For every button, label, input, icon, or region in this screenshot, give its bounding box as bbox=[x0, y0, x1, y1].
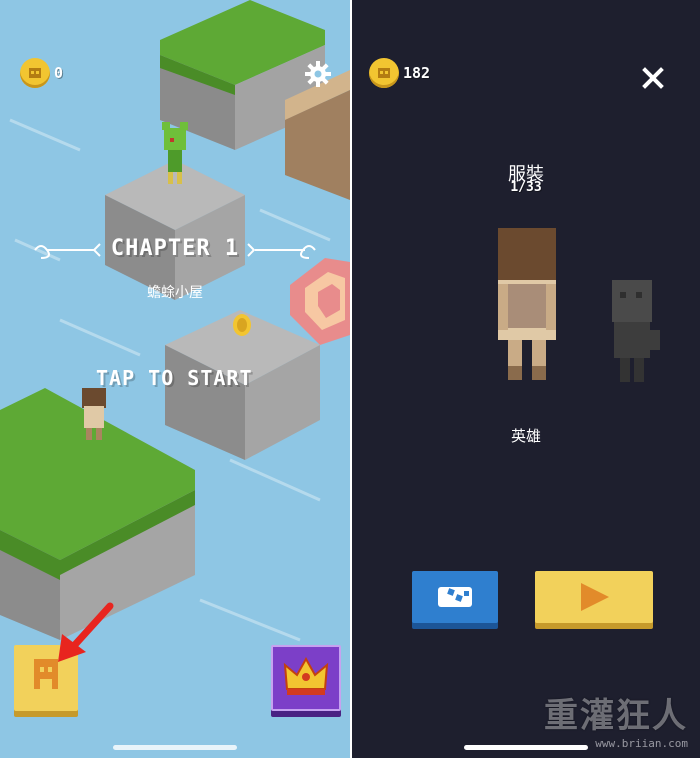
coin-count: 182 bbox=[403, 64, 431, 82]
locked-outfit-preview[interactable] bbox=[608, 278, 668, 388]
home-indicator[interactable] bbox=[113, 745, 237, 750]
tap-to-start-prompt[interactable]: TAP TO START bbox=[96, 366, 253, 390]
coin-icon bbox=[20, 58, 50, 88]
watermark-brand: 重灌狂人 bbox=[544, 696, 688, 736]
premium-crown-button[interactable] bbox=[271, 645, 341, 711]
stone-block-1 bbox=[105, 160, 245, 300]
outfit-counter: 1/33 bbox=[510, 180, 542, 195]
close-icon[interactable] bbox=[641, 66, 665, 90]
coin-icon bbox=[369, 58, 399, 88]
watermark-url: www.briian.com bbox=[595, 737, 688, 750]
play-button[interactable] bbox=[535, 571, 653, 623]
red-arrow-annotation bbox=[58, 602, 114, 662]
game-map-screen[interactable]: 0 CHAPTER 1 蟾蜍小屋 TAP TO START bbox=[0, 0, 350, 758]
chapter-label: CHAPTER 1 bbox=[110, 236, 240, 261]
watermark: 重灌狂人 www.briian.com bbox=[544, 688, 688, 750]
gear-icon[interactable] bbox=[304, 60, 332, 88]
hero-outfit-preview[interactable] bbox=[488, 226, 568, 386]
coin-count: 0 bbox=[54, 64, 64, 82]
play-icon bbox=[581, 583, 609, 611]
random-outfit-button[interactable] bbox=[412, 571, 498, 623]
level-name: 蟾蜍小屋 bbox=[147, 285, 203, 301]
character-name: 英雄 bbox=[510, 427, 541, 445]
outfit-select-screen: 182 服裝 1/33 英雄 bbox=[352, 0, 700, 758]
floating-coin bbox=[233, 314, 251, 336]
dice-icon bbox=[438, 587, 472, 607]
crown-icon bbox=[283, 656, 329, 695]
